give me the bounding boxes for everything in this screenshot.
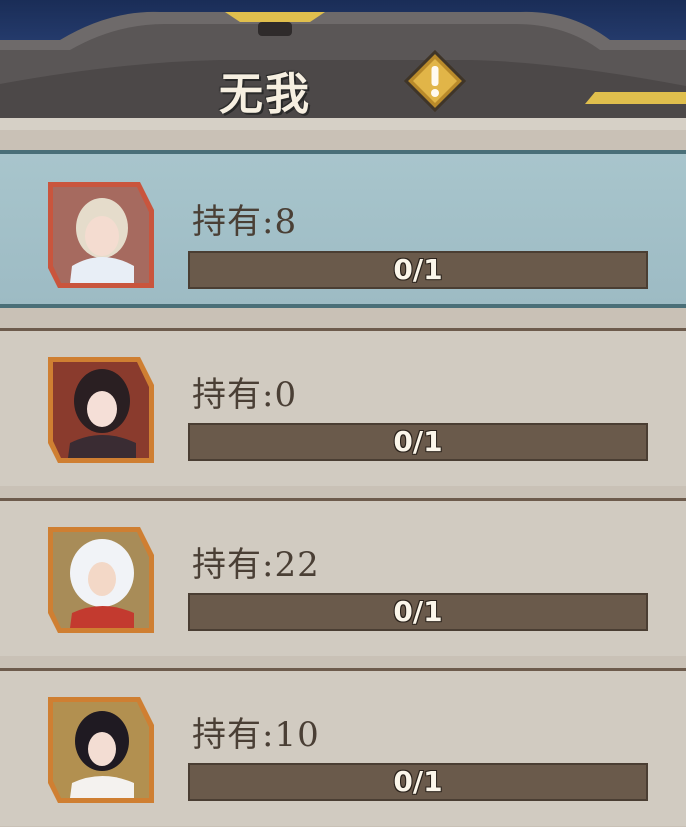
exclamation-diamond-icon[interactable] [404, 50, 466, 112]
portrait-kikyo [42, 691, 160, 809]
progress-text: 0/1 [393, 765, 443, 798]
progress-text: 0/1 [393, 253, 443, 286]
progress-bar: 0/1 [188, 251, 648, 289]
holding-count: 持有:0 [192, 375, 298, 415]
character-row-1[interactable]: 持有:8 0/1 [0, 150, 686, 308]
holding-count: 持有:8 [192, 202, 298, 242]
header-frame [0, 11, 686, 130]
holding-count: 持有:10 [192, 715, 320, 755]
portrait-inuyasha [42, 521, 160, 639]
progress-bar: 0/1 [188, 593, 648, 631]
header-title: 无我 [219, 69, 311, 120]
character-row-3[interactable]: 持有:22 0/1 [0, 498, 686, 656]
progress-text: 0/1 [393, 425, 443, 458]
portrait-dark-hair-girl [42, 351, 160, 469]
holding-count: 持有:22 [192, 545, 320, 585]
progress-bar: 0/1 [188, 763, 648, 801]
portrait-blonde-girl [42, 176, 160, 294]
progress-bar: 0/1 [188, 423, 648, 461]
header-banner: 无我 [0, 0, 686, 130]
character-row-4[interactable]: 持有:10 0/1 [0, 668, 686, 826]
progress-text: 0/1 [393, 595, 443, 628]
character-row-2[interactable]: 持有:0 0/1 [0, 328, 686, 486]
